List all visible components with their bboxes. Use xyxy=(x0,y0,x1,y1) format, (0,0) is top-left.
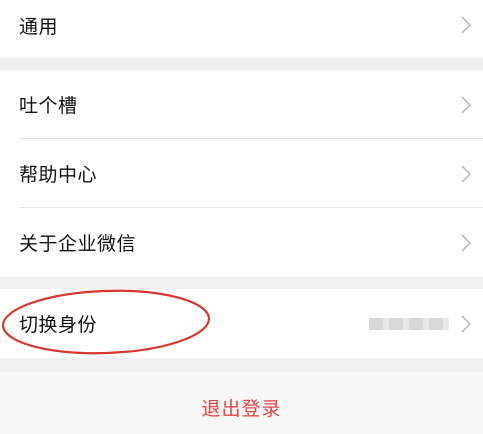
general-row[interactable]: 通用 xyxy=(0,0,483,58)
feedback-row[interactable]: 吐个槽 xyxy=(0,70,483,139)
feedback-label: 吐个槽 xyxy=(19,95,78,117)
help-center-row[interactable]: 帮助中心 xyxy=(0,139,483,208)
logout-button[interactable]: 退出登录 xyxy=(201,394,281,421)
help-center-label: 帮助中心 xyxy=(19,164,98,186)
chevron-right-icon xyxy=(461,95,471,114)
settings-page: 通用 吐个槽 帮助中心 关于企业微信 切换身份 退出登录 xyxy=(0,0,483,434)
about-row[interactable]: 关于企业微信 xyxy=(0,208,483,277)
info-group: 吐个槽 帮助中心 关于企业微信 xyxy=(0,70,483,277)
identity-group: 切换身份 xyxy=(0,289,483,358)
chevron-right-icon xyxy=(461,16,471,34)
general-label: 通用 xyxy=(19,15,59,38)
blurred-identity-value xyxy=(369,317,449,330)
about-label: 关于企业微信 xyxy=(19,233,137,255)
general-group: 通用 xyxy=(0,0,483,58)
switch-identity-label: 切换身份 xyxy=(19,314,98,336)
chevron-right-icon xyxy=(461,314,471,333)
chevron-right-icon xyxy=(461,233,471,252)
chevron-right-icon xyxy=(461,164,471,183)
switch-identity-row[interactable]: 切换身份 xyxy=(0,289,483,358)
logout-area: 退出登录 xyxy=(0,372,483,434)
